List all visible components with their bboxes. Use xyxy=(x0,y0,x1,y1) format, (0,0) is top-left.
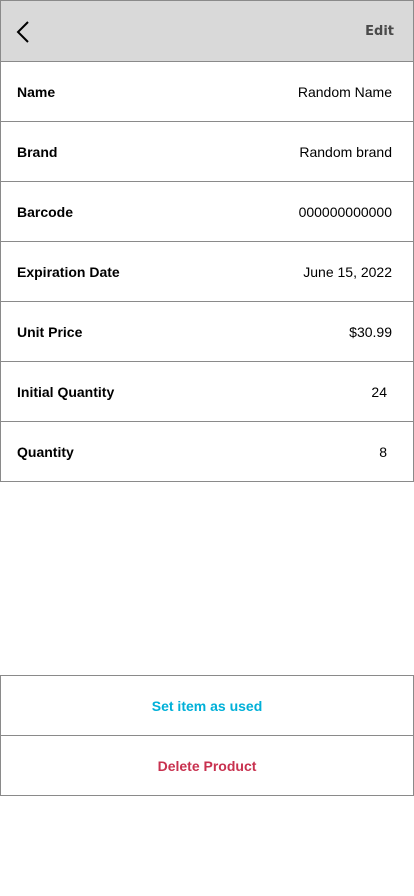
detail-value: 000000000000 xyxy=(298,204,392,220)
detail-value: Random brand xyxy=(299,144,392,160)
detail-label: Barcode xyxy=(17,204,74,220)
detail-label: Unit Price xyxy=(17,324,83,340)
detail-label: Initial Quantity xyxy=(17,384,115,400)
detail-label: Name xyxy=(17,84,56,100)
chevron-left-icon xyxy=(16,21,29,43)
detail-row-name: Name Random Name xyxy=(0,61,414,121)
product-actions: Set item as used Delete Product xyxy=(0,675,414,796)
product-details: Name Random Name Brand Random brand Barc… xyxy=(0,61,414,482)
detail-row-barcode: Barcode 000000000000 xyxy=(0,181,414,241)
detail-row-brand: Brand Random brand xyxy=(0,121,414,181)
detail-value: $30.99 xyxy=(349,324,392,340)
detail-row-expiration-date: Expiration Date June 15, 2022 xyxy=(0,241,414,301)
detail-row-initial-quantity: Initial Quantity 24 xyxy=(0,361,414,421)
detail-value: Random Name xyxy=(297,84,392,100)
back-button[interactable] xyxy=(11,17,35,47)
set-item-used-button[interactable]: Set item as used xyxy=(0,675,414,735)
edit-button[interactable]: Edit xyxy=(365,24,394,39)
detail-label: Brand xyxy=(17,144,58,160)
detail-value: 8 xyxy=(379,444,387,460)
top-bar: Edit xyxy=(0,0,414,62)
detail-row-unit-price: Unit Price $30.99 xyxy=(0,301,414,361)
detail-row-quantity: Quantity 8 xyxy=(0,421,414,482)
detail-value: 24 xyxy=(371,384,387,400)
detail-value: June 15, 2022 xyxy=(303,264,392,280)
detail-label: Quantity xyxy=(17,444,74,460)
detail-label: Expiration Date xyxy=(17,264,120,280)
delete-product-button[interactable]: Delete Product xyxy=(0,735,414,796)
